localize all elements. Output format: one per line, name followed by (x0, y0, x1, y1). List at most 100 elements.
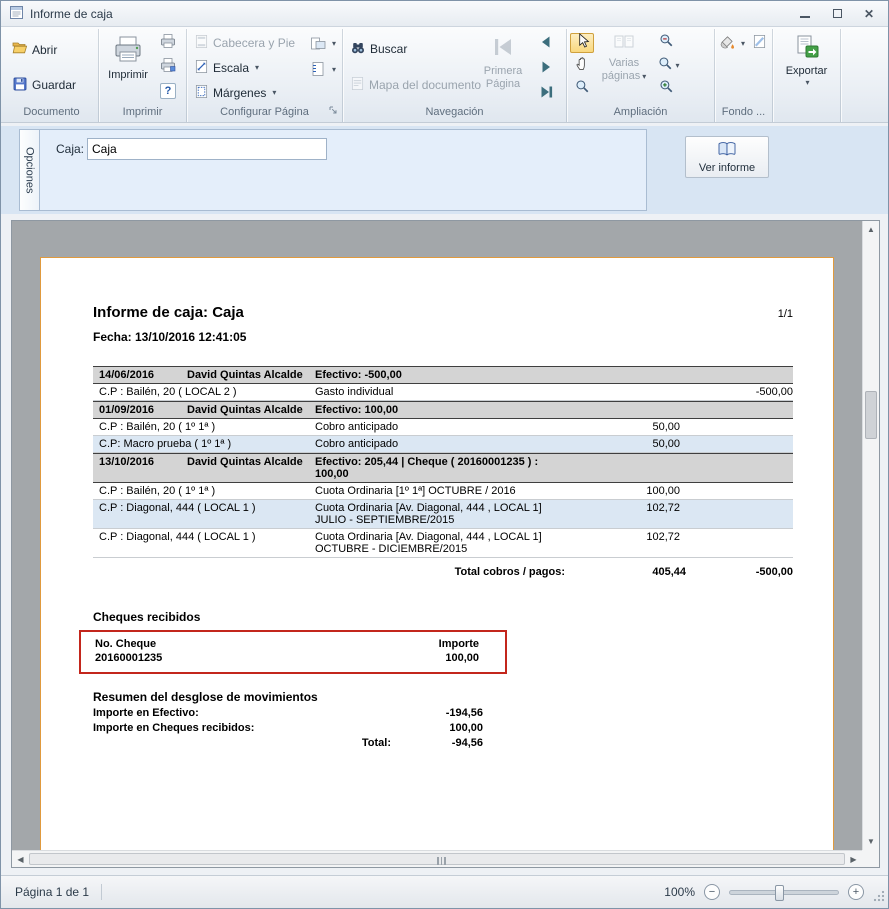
table-row: C.P: Macro prueba ( 1º 1ª ) Cobro antici… (93, 436, 793, 453)
tamano-papel-button[interactable]: ▾ (308, 61, 338, 79)
ver-informe-button[interactable]: Ver informe (685, 136, 769, 178)
scale-icon (194, 59, 209, 77)
dialog-launcher-icon[interactable] (329, 105, 338, 120)
lupa-button[interactable] (570, 79, 594, 99)
primera-pagina-button[interactable]: Primera Página (475, 30, 531, 105)
cheques-data-row: 20160001235 100,00 (95, 652, 491, 664)
marca-agua-button[interactable] (749, 34, 769, 54)
last-page-icon (538, 84, 554, 105)
resumen-line: Importe en Cheques recibidos: 100,00 (93, 722, 483, 734)
table-row: C.P : Diagonal, 444 ( LOCAL 1 ) Cuota Or… (93, 529, 793, 558)
page-status-text: Página 1 de 1 (7, 885, 97, 899)
scroll-right-arrow-icon[interactable]: ▶ (845, 851, 862, 867)
group-label-documento: Documento (8, 105, 95, 122)
printer-icon (113, 34, 143, 67)
scroll-up-arrow-icon[interactable]: ▲ (863, 221, 879, 238)
scroll-down-arrow-icon[interactable]: ▼ (863, 833, 879, 850)
escala-button[interactable]: Escala ▾ (190, 57, 306, 79)
vertical-scrollbar-thumb[interactable] (865, 391, 877, 439)
report-page: Informe de caja: Caja 1/1 Fecha: 13/10/2… (40, 257, 834, 868)
titlebar: Informe de caja ✕ (1, 1, 888, 27)
close-button[interactable]: ✕ (862, 7, 876, 21)
dropdown-arrow-icon: ▾ (642, 72, 646, 81)
dropdown-arrow-icon: ▾ (675, 62, 679, 70)
quick-print-button[interactable] (156, 33, 180, 53)
minimize-button[interactable] (798, 7, 812, 21)
binoculars-icon (350, 40, 366, 59)
horizontal-scrollbar-thumb[interactable] (29, 853, 845, 865)
acercar-button[interactable] (654, 79, 678, 99)
mano-button[interactable] (570, 56, 594, 76)
tab-opciones[interactable]: Opciones (19, 129, 39, 211)
statusbar-divider (101, 884, 102, 900)
group-header-row: 13/10/2016David Quintas Alcalde Efectivo… (93, 453, 793, 483)
maximize-button[interactable] (830, 7, 844, 21)
resumen-total-line: Total: -94,56 (93, 737, 483, 749)
orientacion-button[interactable]: ▾ (308, 35, 338, 53)
scroll-left-arrow-icon[interactable]: ◀ (12, 851, 29, 867)
report-date: Fecha: 13/10/2016 12:41:05 (93, 330, 793, 344)
vertical-scrollbar[interactable]: ▲ ▼ (862, 221, 879, 867)
ribbon-group-ampliacion: Varias páginas▾ ▾ Ampliación (567, 29, 715, 122)
imprimir-button[interactable]: Imprimir (102, 30, 154, 105)
previous-page-icon (538, 34, 554, 55)
dropdown-arrow-icon: ▾ (255, 64, 259, 72)
zoom-slider-thumb[interactable] (775, 885, 784, 901)
zoom-out-button[interactable]: − (704, 884, 720, 900)
ribbon-group-exportar: Exportar ▾ (773, 29, 841, 122)
zoom-slider[interactable] (729, 890, 839, 895)
caja-input[interactable] (87, 138, 327, 160)
pagina-anterior-button[interactable] (534, 34, 558, 54)
zoom-in-button[interactable]: + (848, 884, 864, 900)
zoom-in-icon (659, 79, 674, 99)
options-fields-box: Caja: (39, 129, 647, 211)
buscar-button[interactable]: Buscar (346, 38, 472, 60)
exportar-button[interactable]: Exportar ▾ (778, 30, 836, 105)
magnifier-icon (575, 79, 590, 99)
horizontal-scrollbar[interactable]: ◀ ▶ (12, 850, 862, 867)
table-row: C.P : Bailén, 20 ( 1º 1ª ) Cobro anticip… (93, 419, 793, 436)
table-row: C.P : Bailén, 20 ( 1º 1ª ) Cuota Ordinar… (93, 483, 793, 500)
app-window: Informe de caja ✕ Abrir Guardar Document… (0, 0, 889, 909)
group-label-configurar: Configurar Página (190, 105, 339, 122)
ribbon-group-navegacion: Buscar Mapa del documento Primera Página (343, 29, 567, 122)
cabecera-pie-button[interactable]: Cabecera y Pie (190, 32, 306, 54)
margenes-button[interactable]: Márgenes ▾ (190, 82, 306, 104)
printer-settings-icon (160, 57, 176, 78)
table-row: C.P : Bailén, 20 ( LOCAL 2 ) Gasto indiv… (93, 384, 793, 401)
window-title: Informe de caja (30, 7, 113, 21)
mouse-pointer-icon (575, 33, 590, 53)
mapa-documento-button[interactable]: Mapa del documento (346, 74, 472, 96)
zoom-dropdown-button[interactable]: ▾ (654, 56, 684, 76)
guardar-button[interactable]: Guardar (8, 74, 95, 96)
margins-icon (194, 84, 209, 102)
print-options-button[interactable] (156, 57, 180, 77)
group-label-fondo: Fondo ... (718, 105, 769, 122)
report-title: Informe de caja: Caja (93, 304, 244, 321)
print-help-button[interactable]: ? (156, 81, 180, 101)
page-orientation-icon (310, 35, 326, 54)
document-map-icon (350, 76, 365, 94)
abrir-button[interactable]: Abrir (8, 39, 95, 61)
resize-grip-icon[interactable] (873, 890, 885, 905)
dropdown-arrow-icon: ▾ (332, 40, 336, 48)
pagina-siguiente-button[interactable] (534, 59, 558, 79)
alejar-button[interactable] (654, 33, 678, 53)
puntero-button[interactable] (570, 33, 594, 53)
scrollbar-corner (862, 850, 879, 867)
watermark-icon (752, 34, 767, 54)
varias-paginas-button[interactable]: Varias páginas▾ (597, 30, 651, 105)
ribbon-group-configurar-pagina: Cabecera y Pie Escala ▾ Márgenes ▾ (187, 29, 343, 122)
printer-small-icon (160, 33, 176, 54)
dropdown-arrow-icon: ▾ (741, 40, 745, 48)
ribbon-group-imprimir: Imprimir ? Imprimir (99, 29, 187, 122)
window-controls: ✕ (798, 7, 880, 21)
resumen-section: Resumen del desglose de movimientos Impo… (93, 690, 793, 749)
zoom-icon (658, 56, 673, 76)
group-label-ampliacion: Ampliación (570, 105, 711, 122)
ribbon-toolbar: Abrir Guardar Documento Imprimir (1, 27, 888, 123)
color-fondo-button[interactable]: ▾ (718, 34, 746, 54)
resumen-section-title: Resumen del desglose de movimientos (93, 690, 793, 704)
ultima-pagina-button[interactable] (534, 84, 558, 104)
resumen-line: Importe en Efectivo: -194,56 (93, 707, 483, 719)
